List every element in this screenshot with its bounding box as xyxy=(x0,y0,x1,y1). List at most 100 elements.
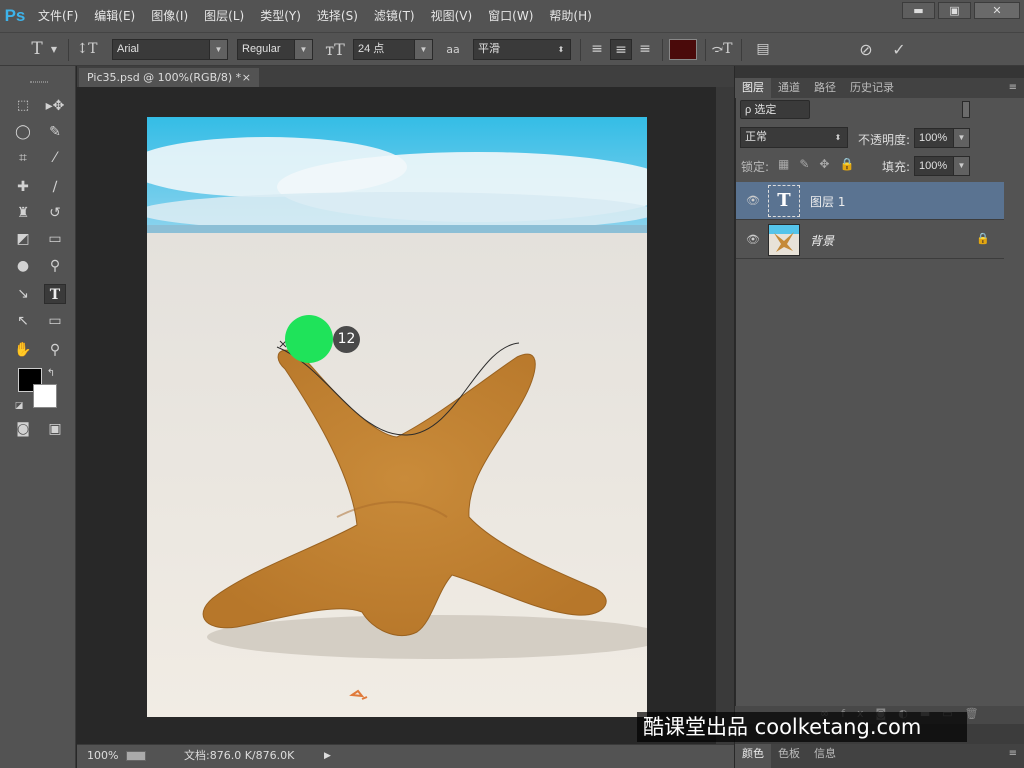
type-tool-icon[interactable]: T xyxy=(44,284,66,304)
clone-stamp-icon[interactable]: ♜ xyxy=(12,203,34,223)
document-size: 文档:876.0 K/876.0K xyxy=(184,749,295,762)
menu-select[interactable]: 选择(S) xyxy=(309,0,366,32)
maximize-button[interactable]: ▣ xyxy=(938,2,971,19)
menu-layer[interactable]: 图层(L) xyxy=(196,0,252,32)
eyedropper-icon[interactable]: ⁄ xyxy=(44,148,66,168)
chevron-down-icon: ▼ xyxy=(209,40,227,59)
text-color-swatch[interactable] xyxy=(669,39,697,60)
updown-icon: ⬍ xyxy=(552,40,570,59)
tab-paths[interactable]: 路径 xyxy=(807,78,843,98)
status-icon[interactable] xyxy=(126,751,146,761)
tab-swatches[interactable]: 色板 xyxy=(771,744,807,768)
marquee-icon[interactable]: ⬚ xyxy=(12,96,34,116)
commit-icon[interactable]: ✓ xyxy=(888,39,910,60)
panel-menu-icon[interactable]: ≡ xyxy=(1002,78,1024,98)
text-tool-preset-icon[interactable]: T xyxy=(26,39,48,60)
document-image[interactable] xyxy=(147,117,647,717)
path-select-icon[interactable]: ↖ xyxy=(12,311,34,331)
align-left-icon[interactable]: ≡ xyxy=(586,39,608,60)
blend-mode-value: 正常 xyxy=(745,131,767,143)
font-size-icon: тT xyxy=(325,40,345,59)
font-size-select[interactable]: 24 点 ▼ xyxy=(353,39,433,60)
align-center-icon[interactable]: ≡ xyxy=(610,39,632,60)
opacity-value: 100% xyxy=(919,132,948,144)
status-menu-arrow-icon[interactable]: ▶ xyxy=(324,745,331,767)
font-family-select[interactable]: Arial ▼ xyxy=(112,39,228,60)
visibility-eye-icon[interactable]: 👁 xyxy=(746,233,760,247)
tab-info[interactable]: 信息 xyxy=(807,744,843,768)
filter-toggle[interactable] xyxy=(962,101,970,118)
move-icon[interactable]: ▸✥ xyxy=(44,96,66,116)
antialias-icon: aa xyxy=(446,43,460,56)
vertical-scrollbar[interactable] xyxy=(716,87,734,744)
layer-filter-select[interactable]: ρ 选定 xyxy=(740,100,810,119)
character-panel-icon[interactable]: ▤ xyxy=(752,39,774,60)
brush-icon[interactable]: ∕ xyxy=(44,177,66,197)
tab-layers[interactable]: 图层 xyxy=(735,78,771,98)
menu-bar: Ps 文件(F) 编辑(E) 图像(I) 图层(L) 类型(Y) 选择(S) 滤… xyxy=(0,0,1024,32)
menu-edit[interactable]: 编辑(E) xyxy=(86,0,143,32)
layer-name[interactable]: 图层 1 xyxy=(810,193,845,210)
close-button[interactable]: ✕ xyxy=(974,2,1020,19)
menu-help[interactable]: 帮助(H) xyxy=(541,0,599,32)
minimize-button[interactable]: ▬ xyxy=(902,2,935,19)
text-orientation-icon[interactable]: ↕T xyxy=(76,39,98,60)
watermark: 酷课堂出品 coolketang.com xyxy=(637,712,967,742)
fill-field[interactable]: 100% ▼ xyxy=(914,156,970,176)
layer-row-text[interactable]: 👁 T 图层 1 xyxy=(736,182,1004,220)
chevron-down-icon: ▼ xyxy=(294,40,312,59)
align-right-icon[interactable]: ≡ xyxy=(634,39,656,60)
menu-filter[interactable]: 滤镜(T) xyxy=(366,0,423,32)
rectangle-icon[interactable]: ▭ xyxy=(44,311,66,331)
menu-window[interactable]: 窗口(W) xyxy=(480,0,541,32)
lock-icons[interactable]: ▦✎✥🔒 xyxy=(778,157,864,171)
blur-icon[interactable]: ● xyxy=(12,256,34,276)
default-colors-icon[interactable]: ◪ xyxy=(12,396,26,416)
pen-icon[interactable]: ↘ xyxy=(12,284,34,304)
menu-file[interactable]: 文件(F) xyxy=(30,0,86,32)
menu-type[interactable]: 类型(Y) xyxy=(252,0,309,32)
zoom-icon[interactable]: ⚲ xyxy=(44,340,66,360)
screen-mode-icon[interactable]: ▣ xyxy=(44,419,66,439)
toolbar-grip[interactable] xyxy=(30,81,48,83)
warp-text-icon[interactable]: ⤼T xyxy=(711,39,733,60)
preset-dropdown-icon[interactable]: ▼ xyxy=(48,39,60,60)
visibility-eye-icon[interactable]: 👁 xyxy=(746,194,760,208)
tab-channels[interactable]: 通道 xyxy=(771,78,807,98)
menu-view[interactable]: 视图(V) xyxy=(423,0,481,32)
font-size-value: 24 点 xyxy=(358,43,385,55)
background-color-swatch[interactable] xyxy=(33,384,57,408)
opacity-label: 不透明度: xyxy=(858,133,911,147)
tools-panel: ⬚ ▸✥ ◯ ✎ ⌗ ⁄ ✚ ∕ ♜ ↺ ◩ ▭ ● ⚲ ↘ T ↖ ▭ ✋ ⚲… xyxy=(0,66,76,768)
quick-select-icon[interactable]: ✎ xyxy=(44,122,66,142)
history-brush-icon[interactable]: ↺ xyxy=(44,203,66,223)
gradient-icon[interactable]: ▭ xyxy=(44,229,66,249)
swap-colors-icon[interactable]: ↰ xyxy=(44,364,58,384)
click-indicator xyxy=(285,315,333,363)
font-family-value: Arial xyxy=(117,43,140,55)
tab-history[interactable]: 历史记录 xyxy=(843,78,901,98)
close-icon[interactable]: × xyxy=(242,68,251,87)
opacity-field[interactable]: 100% ▼ xyxy=(914,128,970,148)
eraser-icon[interactable]: ◩ xyxy=(12,229,34,249)
healing-brush-icon[interactable]: ✚ xyxy=(12,177,34,197)
document-tab[interactable]: Pic35.psd @ 100%(RGB/8) * × xyxy=(79,68,259,87)
dodge-icon[interactable]: ⚲ xyxy=(44,256,66,276)
hand-icon[interactable]: ✋ xyxy=(12,340,34,360)
panel-dock-header xyxy=(735,66,1024,78)
blend-mode-select[interactable]: 正常 ⬍ xyxy=(740,127,848,148)
zoom-level[interactable]: 100% xyxy=(87,745,118,767)
antialias-select[interactable]: 平滑 ⬍ xyxy=(473,39,571,60)
tab-color[interactable]: 颜色 xyxy=(735,744,771,768)
cancel-icon[interactable]: ⊘ xyxy=(855,39,877,60)
lasso-icon[interactable]: ◯ xyxy=(12,122,34,142)
panel-menu-icon[interactable]: ≡ xyxy=(1002,744,1024,768)
quick-mask-icon[interactable]: ◙ xyxy=(12,419,34,439)
document-tab-title: Pic35.psd @ 100%(RGB/8) * xyxy=(87,71,242,84)
text-layer-thumbnail: T xyxy=(768,185,800,217)
font-style-select[interactable]: Regular ▼ xyxy=(237,39,313,60)
menu-image[interactable]: 图像(I) xyxy=(143,0,196,32)
layer-name[interactable]: 背景 xyxy=(810,232,834,249)
layer-row-background[interactable]: 👁 背景 🔒 xyxy=(736,221,1004,259)
crop-icon[interactable]: ⌗ xyxy=(12,148,34,168)
